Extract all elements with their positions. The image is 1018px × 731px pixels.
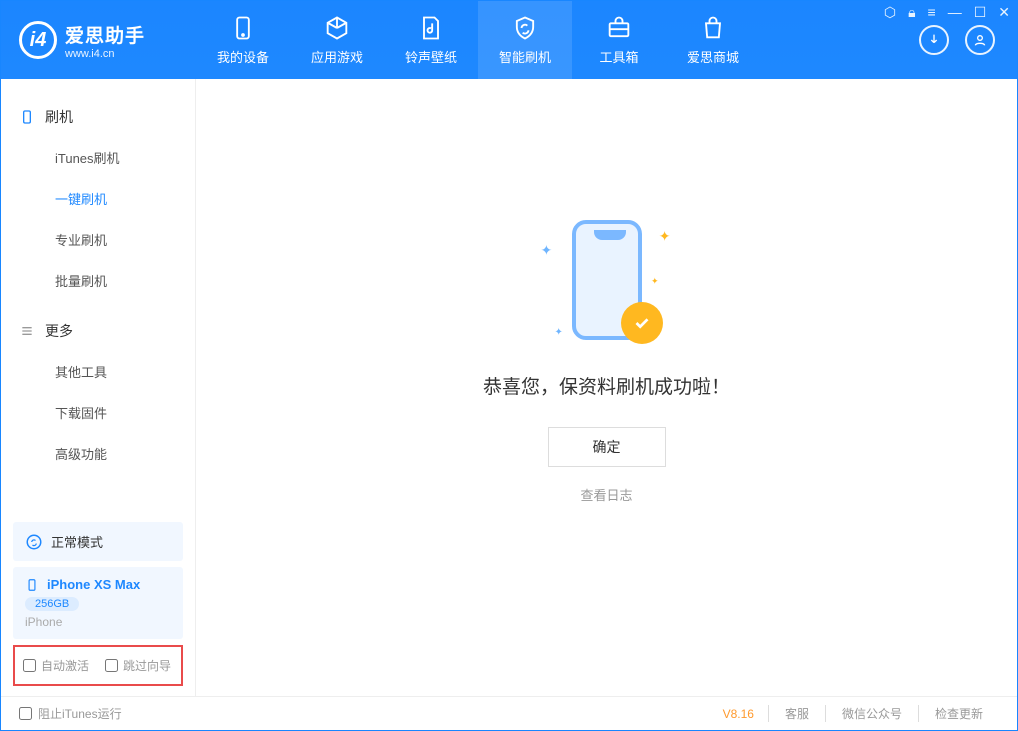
sidebar-item-pro-flash[interactable]: 专业刷机 [1, 219, 195, 260]
checkbox-skip-guide[interactable]: 跳过向导 [105, 657, 171, 674]
header-actions [919, 25, 995, 55]
lock-icon[interactable]: 🔒︎ [908, 4, 915, 21]
success-illustration: ✦ ✦ ✦ ✦ [547, 212, 667, 352]
sidebar-item-batch-flash[interactable]: 批量刷机 [1, 260, 195, 301]
sidebar: 刷机 iTunes刷机 一键刷机 专业刷机 批量刷机 更多 其他工具 下载固件 … [1, 79, 196, 696]
sidebar-section-flash: 刷机 [1, 97, 195, 137]
sidebar-item-oneclick-flash[interactable]: 一键刷机 [1, 178, 195, 219]
window-controls: ⬡ 🔒︎ ≡ — ☐ ✕ [884, 4, 1010, 21]
version-label: V8.16 [723, 707, 754, 721]
checkbox-block-itunes[interactable]: 阻止iTunes运行 [19, 705, 122, 722]
top-tabs: 我的设备 应用游戏 铃声壁纸 智能刷机 工具箱 爱思商城 [196, 1, 760, 79]
app-logo: i4 爱思助手 www.i4.cn [1, 21, 196, 60]
sidebar-item-itunes-flash[interactable]: iTunes刷机 [1, 137, 195, 178]
music-file-icon [417, 14, 445, 42]
tab-apps[interactable]: 应用游戏 [290, 1, 384, 79]
logo-icon: i4 [19, 21, 57, 59]
device-name: iPhone XS Max [47, 577, 140, 592]
menu-icon[interactable]: ≡ [928, 4, 936, 21]
tab-ringtones[interactable]: 铃声壁纸 [384, 1, 478, 79]
download-icon [926, 32, 942, 48]
footer-link-update[interactable]: 检查更新 [918, 705, 999, 722]
check-icon [631, 312, 653, 334]
device-mode-box[interactable]: 正常模式 [13, 522, 183, 561]
sidebar-item-other-tools[interactable]: 其他工具 [1, 351, 195, 392]
sparkle-icon: ✦ [541, 242, 553, 259]
device-phone-icon [25, 578, 39, 592]
bag-icon [699, 14, 727, 42]
cube-icon [323, 14, 351, 42]
main-content: ✦ ✦ ✦ ✦ 恭喜您，保资料刷机成功啦！ 确定 查看日志 [196, 79, 1017, 696]
sparkle-icon: ✦ [659, 228, 671, 245]
device-info-box[interactable]: iPhone XS Max 256GB iPhone [13, 567, 183, 639]
account-button[interactable] [965, 25, 995, 55]
view-log-link[interactable]: 查看日志 [580, 485, 632, 504]
maximize-button[interactable]: ☐ [974, 4, 987, 21]
sparkle-icon: ✦ [651, 276, 659, 287]
titlebar: i4 爱思助手 www.i4.cn 我的设备 应用游戏 铃声壁纸 智能刷机 工具… [1, 1, 1017, 79]
list-icon [19, 323, 35, 339]
download-button[interactable] [919, 25, 949, 55]
close-button[interactable]: ✕ [998, 4, 1010, 21]
mode-label: 正常模式 [51, 532, 103, 551]
success-check-badge [621, 302, 663, 344]
footer-links: 客服 微信公众号 检查更新 [768, 705, 999, 722]
sidebar-item-advanced[interactable]: 高级功能 [1, 433, 195, 474]
footer-link-wechat[interactable]: 微信公众号 [825, 705, 918, 722]
sparkle-icon: ✦ [555, 327, 563, 338]
toolbox-icon [605, 14, 633, 42]
checkbox-auto-activate[interactable]: 自动激活 [23, 657, 89, 674]
ok-button[interactable]: 确定 [548, 427, 666, 467]
success-message: 恭喜您，保资料刷机成功啦！ [483, 372, 730, 399]
refresh-shield-icon [511, 14, 539, 42]
phone-outline-icon [19, 109, 35, 125]
shirt-icon[interactable]: ⬡ [884, 4, 896, 21]
tab-store[interactable]: 爱思商城 [666, 1, 760, 79]
sync-icon [25, 533, 43, 551]
device-type: iPhone [25, 615, 171, 629]
device-storage: 256GB [25, 597, 79, 611]
app-url: www.i4.cn [65, 48, 145, 60]
user-icon [972, 32, 988, 48]
app-title: 爱思助手 [65, 21, 145, 48]
footer-link-support[interactable]: 客服 [768, 705, 825, 722]
sidebar-section-more: 更多 [1, 311, 195, 351]
tab-toolbox[interactable]: 工具箱 [572, 1, 666, 79]
minimize-button[interactable]: — [948, 4, 962, 21]
tab-smart-flash[interactable]: 智能刷机 [478, 1, 572, 79]
sidebar-item-firmware[interactable]: 下载固件 [1, 392, 195, 433]
tab-my-device[interactable]: 我的设备 [196, 1, 290, 79]
flash-options-row: 自动激活 跳过向导 [13, 645, 183, 686]
footer: 阻止iTunes运行 V8.16 客服 微信公众号 检查更新 [1, 696, 1017, 730]
phone-icon [229, 14, 257, 42]
